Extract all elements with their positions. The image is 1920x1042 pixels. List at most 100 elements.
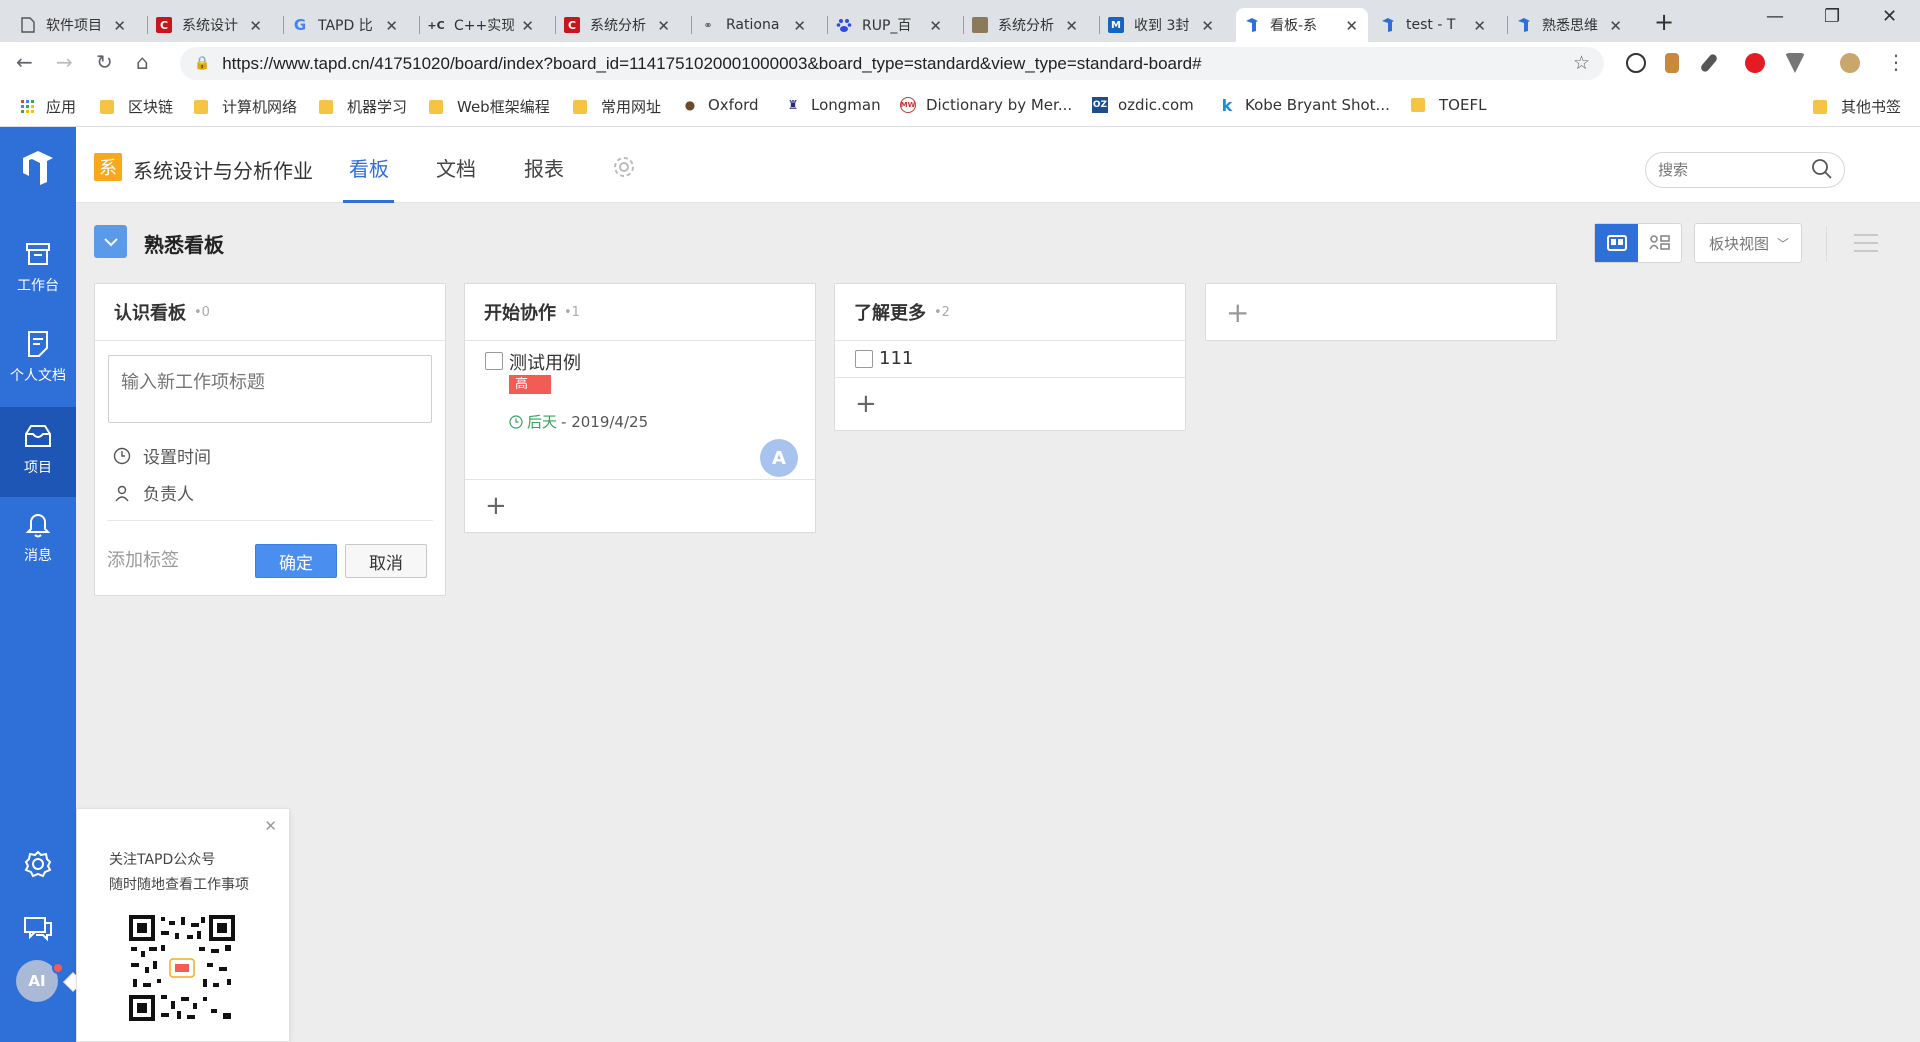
confirm-button[interactable]: 确定 xyxy=(255,544,337,578)
browser-tab[interactable]: 系统分析 ✕ xyxy=(964,8,1088,42)
profile-avatar-icon[interactable] xyxy=(1840,53,1860,73)
browser-menu-icon[interactable]: ⋮ xyxy=(1886,50,1906,74)
bookmark-site[interactable]: ● Oxford xyxy=(682,96,759,114)
extension-pen-icon[interactable] xyxy=(1699,52,1719,74)
card-title[interactable]: 111 xyxy=(879,348,913,369)
member-view-button[interactable] xyxy=(1638,224,1681,262)
tab-reports[interactable]: 报表 xyxy=(524,153,564,182)
browser-tab[interactable]: C 系统设计 ✕ xyxy=(148,8,272,42)
tapd-icon xyxy=(1244,17,1260,33)
view-dropdown[interactable]: 板块视图 ﹀ xyxy=(1694,223,1802,263)
board-column: 认识看板 •0 设置时间 负责人 添加标签 确定 取消 xyxy=(94,283,446,596)
close-tab-icon[interactable]: ✕ xyxy=(1345,17,1358,35)
browser-tab-active[interactable]: 看板-系 ✕ xyxy=(1236,8,1368,42)
bookmark-folder[interactable]: 机器学习 xyxy=(319,96,407,117)
home-icon[interactable]: ⌂ xyxy=(136,50,149,74)
tapd-logo-icon[interactable] xyxy=(19,149,57,187)
column-header[interactable]: 认识看板 •0 xyxy=(95,284,445,341)
folder-icon xyxy=(1411,98,1425,112)
bookmark-site[interactable]: k Kobe Bryant Shot... xyxy=(1219,95,1390,115)
new-item-title-input[interactable] xyxy=(108,355,432,423)
bookmark-apps[interactable]: 应用 xyxy=(20,96,76,117)
close-tab-icon[interactable]: ✕ xyxy=(249,17,262,35)
bookmark-site[interactable]: ♜ Longman xyxy=(785,96,881,114)
settings-icon[interactable] xyxy=(23,849,53,879)
add-card-button[interactable]: + xyxy=(835,378,1185,430)
close-tab-icon[interactable]: ✕ xyxy=(929,17,942,35)
gear-icon[interactable] xyxy=(612,155,636,179)
forward-icon[interactable]: → xyxy=(56,50,73,74)
cancel-button[interactable]: 取消 xyxy=(345,544,427,578)
browser-tab[interactable]: RUP_百 ✕ xyxy=(828,8,952,42)
minimize-icon[interactable]: — xyxy=(1766,6,1784,27)
add-card-button[interactable]: + xyxy=(465,480,815,532)
chat-icon[interactable] xyxy=(22,913,54,943)
set-time-button[interactable]: 设置时间 xyxy=(113,443,211,468)
tab-board[interactable]: 看板 xyxy=(349,153,389,182)
add-tag-link[interactable]: 添加标签 xyxy=(107,546,179,572)
active-tab-indicator xyxy=(343,200,394,203)
close-window-icon[interactable]: ✕ xyxy=(1882,6,1897,27)
close-tab-icon[interactable]: ✕ xyxy=(1201,17,1214,35)
column-header[interactable]: 了解更多 •2 xyxy=(835,284,1185,341)
close-tab-icon[interactable]: ✕ xyxy=(657,17,670,35)
browser-tab[interactable]: 软件项目 ✕ xyxy=(12,8,136,42)
close-tab-icon[interactable]: ✕ xyxy=(113,17,126,35)
close-tab-icon[interactable]: ✕ xyxy=(1065,17,1078,35)
back-icon[interactable]: ← xyxy=(16,50,33,74)
assignee-avatar[interactable]: A xyxy=(760,439,798,477)
search-icon[interactable] xyxy=(1811,158,1833,180)
column-header[interactable]: 开始协作 •1 xyxy=(465,284,815,341)
bookmark-folder[interactable]: Web框架编程 xyxy=(429,96,550,117)
close-tab-icon[interactable]: ✕ xyxy=(793,17,806,35)
sidebar-item-project[interactable]: 项目 xyxy=(0,407,76,497)
sidebar-item-personal-docs[interactable]: 个人文档 xyxy=(0,323,76,407)
reload-icon[interactable]: ↻ xyxy=(96,50,113,74)
omnibox[interactable]: 🔒 https://www.tapd.cn/41751020/board/ind… xyxy=(180,47,1604,80)
hamburger-menu-icon[interactable] xyxy=(1853,232,1879,254)
card-checkbox[interactable] xyxy=(485,352,503,370)
kobe-icon: k xyxy=(1221,95,1233,115)
bookmark-folder-other[interactable]: 其他书签 xyxy=(1813,96,1901,117)
browser-tab[interactable]: +C C++实现 ✕ xyxy=(420,8,544,42)
add-column-button[interactable]: + xyxy=(1205,283,1557,341)
tab-docs[interactable]: 文档 xyxy=(436,153,476,182)
close-tab-icon[interactable]: ✕ xyxy=(1473,17,1486,35)
work-item-card[interactable]: 测试用例 高 后天 - 2019/4/25 A xyxy=(465,341,815,480)
close-tab-icon[interactable]: ✕ xyxy=(1609,17,1622,35)
close-tab-icon[interactable]: ✕ xyxy=(521,17,534,35)
restore-icon[interactable]: ❐ xyxy=(1824,6,1840,27)
close-icon[interactable]: ✕ xyxy=(264,817,277,835)
board-switcher-button[interactable] xyxy=(94,225,127,258)
sidebar-item-messages[interactable]: 消息 xyxy=(0,503,76,587)
bookmark-folder[interactable]: 区块链 xyxy=(100,96,173,117)
board-view-button[interactable] xyxy=(1595,224,1638,262)
card-title[interactable]: 测试用例 xyxy=(509,349,581,375)
extension-opera-icon[interactable] xyxy=(1745,53,1765,73)
extension-sync-icon[interactable] xyxy=(1626,53,1646,73)
sidebar-item-workbench[interactable]: 工作台 xyxy=(0,233,76,317)
card-checkbox[interactable] xyxy=(855,350,873,368)
bookmark-site[interactable]: MW Dictionary by Mer... xyxy=(900,96,1072,114)
extension-v-icon[interactable] xyxy=(1785,53,1805,73)
bookmark-folder[interactable]: 计算机网络 xyxy=(194,96,297,117)
extension-hammer-icon[interactable] xyxy=(1665,53,1679,73)
bookmark-site[interactable]: OZ ozdic.com xyxy=(1092,96,1194,114)
plus-icon: + xyxy=(1226,295,1250,329)
assignee-button[interactable]: 负责人 xyxy=(113,480,194,505)
new-tab-button[interactable]: + xyxy=(1654,8,1674,36)
work-item-card[interactable]: 111 xyxy=(835,341,1185,378)
browser-tab[interactable]: C 系统分析 ✕ xyxy=(556,8,680,42)
browser-tab[interactable]: ⚭ Rationa ✕ xyxy=(692,8,816,42)
browser-tab[interactable]: test - T ✕ xyxy=(1372,8,1496,42)
bookmark-star-icon[interactable]: ☆ xyxy=(1573,52,1590,74)
bookmark-folder[interactable]: TOEFL xyxy=(1411,96,1486,114)
url-text[interactable]: https://www.tapd.cn/41751020/board/index… xyxy=(222,54,1201,74)
browser-tab[interactable]: 熟悉思维 ✕ xyxy=(1508,8,1632,42)
project-name[interactable]: 系统设计与分析作业 xyxy=(133,155,313,184)
browser-tab[interactable]: M 收到 3封 ✕ xyxy=(1100,8,1224,42)
board-column: 了解更多 •2 111 + xyxy=(834,283,1186,431)
bookmark-folder[interactable]: 常用网址 xyxy=(573,96,661,117)
browser-tab[interactable]: G TAPD 比 ✕ xyxy=(284,8,408,42)
close-tab-icon[interactable]: ✕ xyxy=(385,17,398,35)
